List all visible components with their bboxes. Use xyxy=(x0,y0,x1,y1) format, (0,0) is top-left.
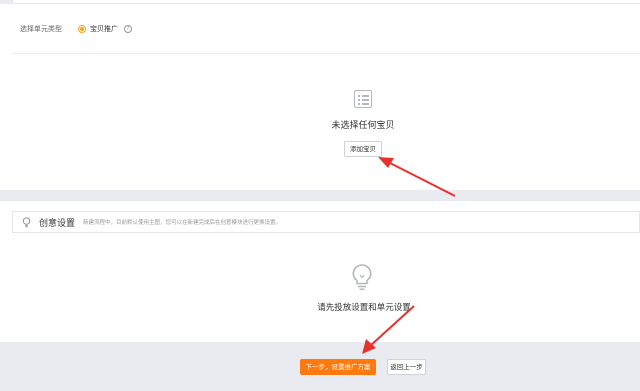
unit-type-option-label[interactable]: 宝贝推广 xyxy=(90,24,118,34)
radio-dot xyxy=(80,27,84,31)
section-divider xyxy=(12,53,640,54)
add-item-button[interactable]: 添加宝贝 xyxy=(344,141,382,157)
unit-type-radio[interactable] xyxy=(78,25,86,33)
question-circle-icon[interactable]: ? xyxy=(124,25,132,33)
creative-settings-header: 创意设置 新建流程中，目前默认使用主图，您可以在新建完成后在创意模块进行更换设置… xyxy=(12,211,640,233)
back-step-button[interactable]: 返回上一步 xyxy=(387,359,426,375)
lightbulb-icon xyxy=(352,264,372,291)
unit-type-row: 选择单元类型 宝贝推广 ? xyxy=(20,22,132,36)
creative-settings-note: 新建流程中，目前默认使用主图，您可以在新建完成后在创意模块进行更换设置。 xyxy=(83,220,282,226)
top-card-edge xyxy=(12,0,640,4)
empty-state-title: 未选择任何宝贝 xyxy=(331,121,395,131)
section-separator-band xyxy=(0,190,640,201)
creative-settings-title: 创意设置 xyxy=(39,218,76,229)
pending-settings-message: 请先投放设置和单元设置 xyxy=(317,303,411,313)
list-icon xyxy=(354,90,372,108)
lightbulb-icon xyxy=(22,216,31,227)
unit-type-label: 选择单元类型 xyxy=(20,25,62,33)
next-step-button[interactable]: 下一步，设置推广方案 xyxy=(300,359,376,375)
